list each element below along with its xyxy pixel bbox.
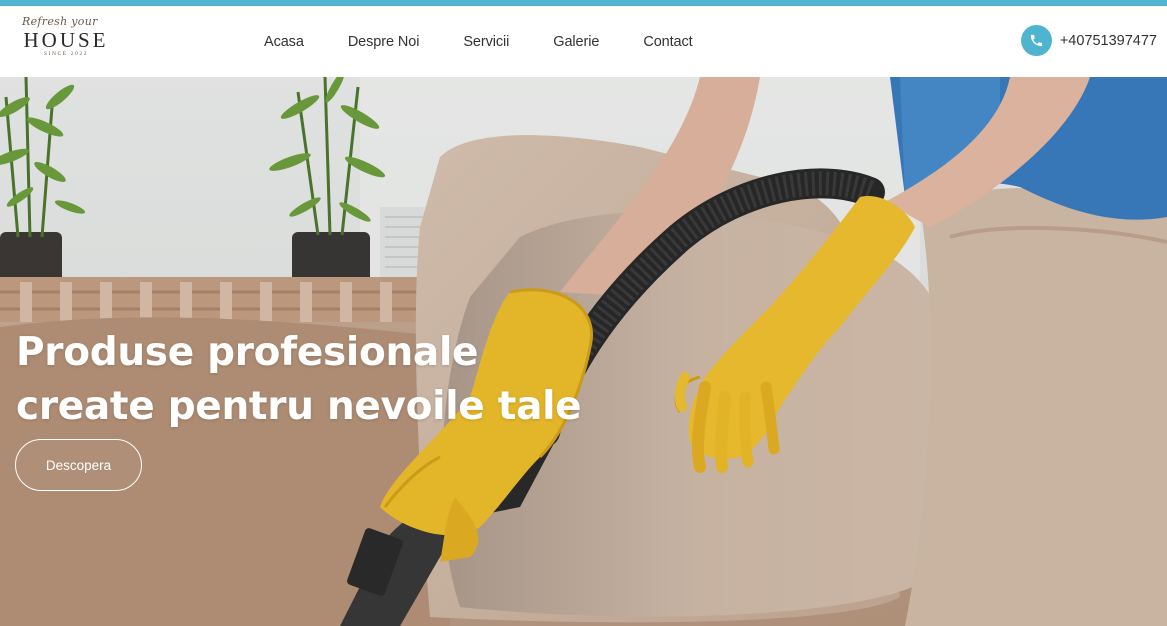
hero-title: Produse profesionale create pentru nevoi… — [16, 326, 582, 434]
nav-item-contact[interactable]: Contact — [643, 34, 692, 50]
hero-title-line-1: Produse profesionale — [16, 330, 479, 375]
logo-word: HOUSE — [23, 28, 109, 52]
main-navigation: Acasa Despre Noi Servicii Galerie Contac… — [264, 6, 737, 77]
nav-item-despre-noi[interactable]: Despre Noi — [348, 34, 420, 50]
phone-icon[interactable] — [1020, 25, 1052, 56]
nav-item-galerie[interactable]: Galerie — [553, 34, 599, 50]
phone-number[interactable]: +40751397477 — [1060, 33, 1157, 49]
phone-contact[interactable]: +40751397477 — [1020, 25, 1157, 56]
nav-item-servicii[interactable]: Servicii — [463, 34, 509, 50]
site-header: Refresh your HOUSE SINCE 2022 Acasa Desp… — [0, 6, 1167, 77]
hero-section: Produse profesionale create pentru nevoi… — [0, 77, 1167, 626]
site-logo[interactable]: Refresh your HOUSE SINCE 2022 — [18, 16, 114, 68]
descopera-button[interactable]: Descopera — [15, 439, 142, 491]
hero-title-line-2: create pentru nevoile tale — [16, 384, 582, 429]
nav-item-acasa[interactable]: Acasa — [264, 34, 304, 50]
logo-script-text: Refresh your — [22, 15, 98, 28]
